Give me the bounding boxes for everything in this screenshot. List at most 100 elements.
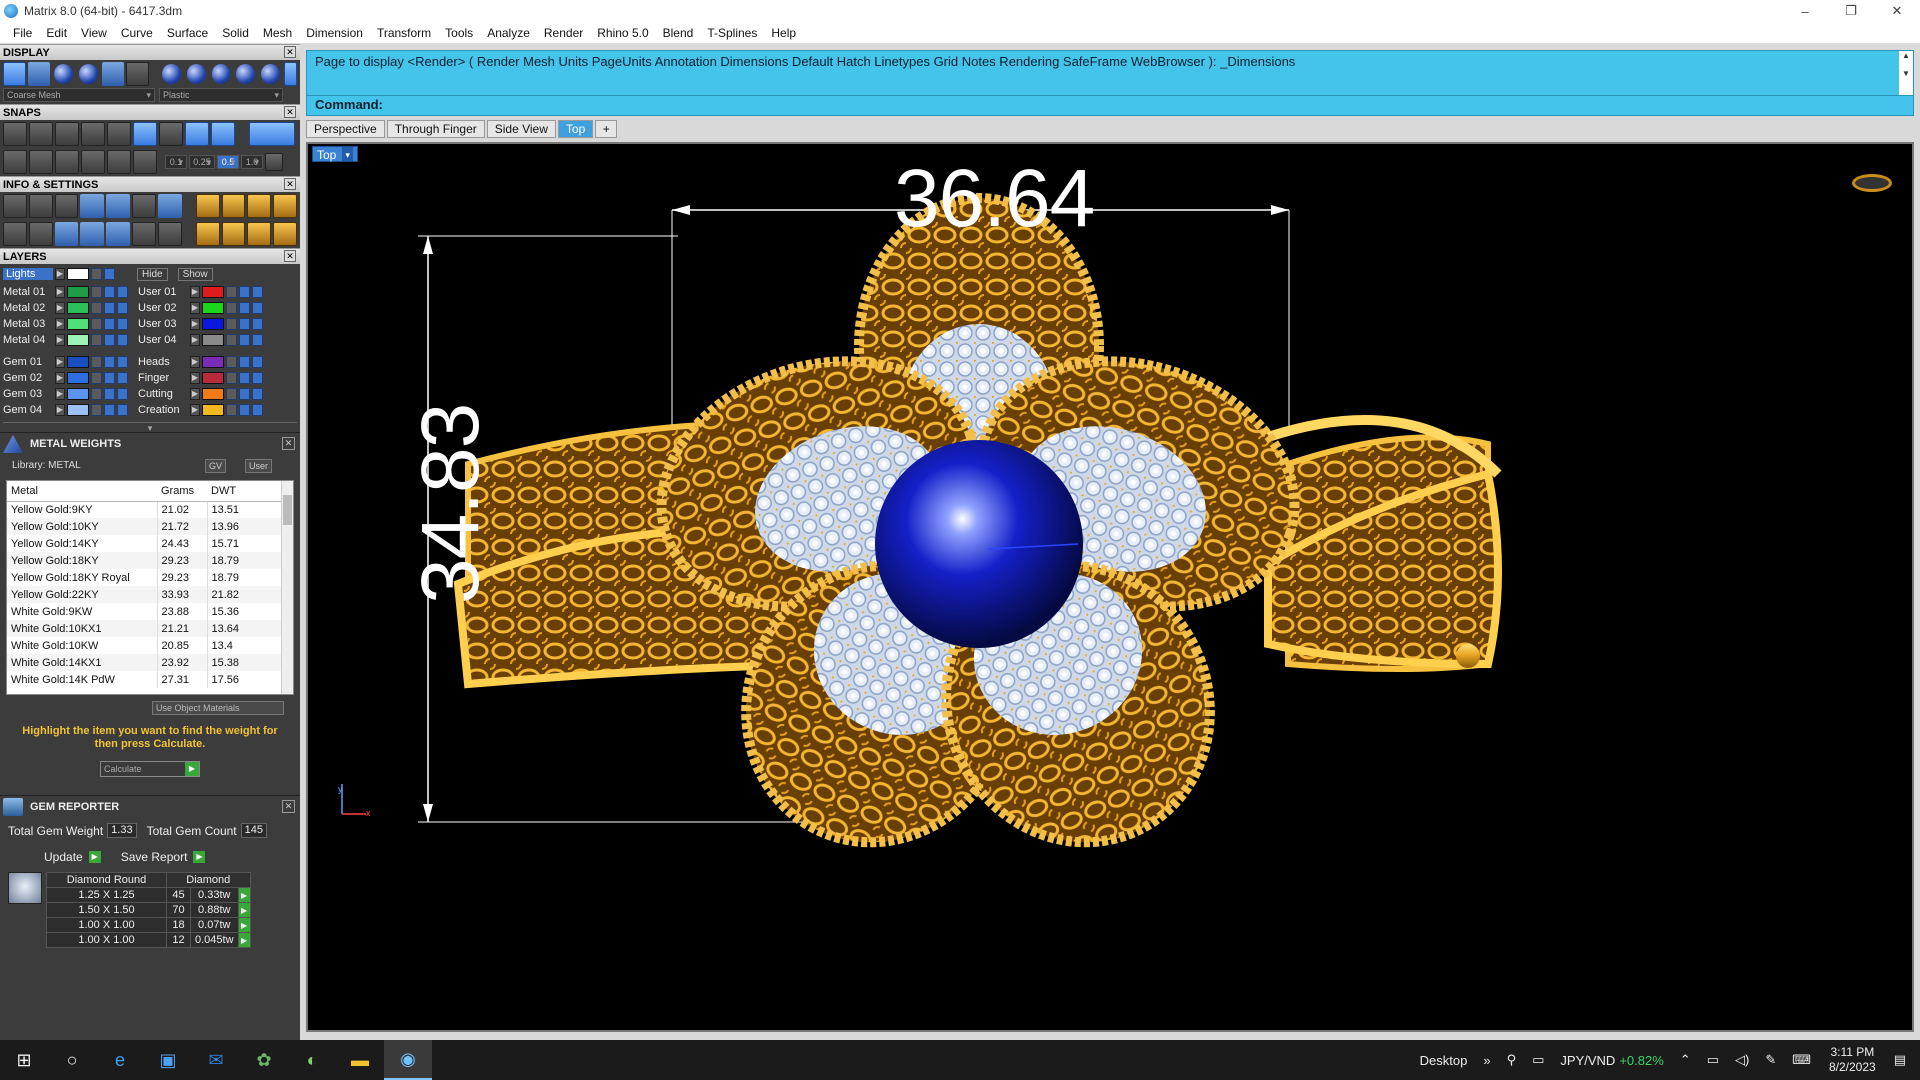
select-icon[interactable] xyxy=(252,334,263,346)
network-icon[interactable]: ▭ xyxy=(1699,1052,1727,1068)
snap-quad-icon[interactable] xyxy=(185,122,209,146)
table-row[interactable]: Yellow Gold:14KY 24.43 15.71 xyxy=(7,535,291,552)
snap-mid-icon[interactable] xyxy=(81,122,105,146)
chevron-up-icon[interactable]: » xyxy=(1475,1053,1498,1068)
menu-render[interactable]: Render xyxy=(537,26,590,40)
info-icon[interactable] xyxy=(283,62,298,86)
gold-tool-6-icon[interactable] xyxy=(221,222,246,246)
layer-row[interactable]: Metal 02 ▶ xyxy=(3,300,128,316)
visibility-icon[interactable] xyxy=(104,302,115,314)
layer-row[interactable]: Gem 03 ▶ xyxy=(3,386,128,402)
user-tag[interactable]: User xyxy=(245,459,273,473)
layer-swatch[interactable] xyxy=(67,334,89,346)
visibility-icon[interactable] xyxy=(239,356,250,368)
menu-help[interactable]: Help xyxy=(764,26,803,40)
table-row[interactable]: White Gold:14K PdW 27.31 17.56 xyxy=(7,671,291,688)
currency-pair[interactable]: JPY/VND xyxy=(1552,1053,1617,1068)
layer-swatch[interactable] xyxy=(67,318,89,330)
visibility-icon[interactable] xyxy=(104,388,115,400)
snap-center-icon[interactable] xyxy=(159,122,183,146)
use-object-materials-toggle[interactable]: Use Object Materials xyxy=(152,701,284,715)
visibility-icon[interactable] xyxy=(239,286,250,298)
play-icon[interactable]: ▶ xyxy=(237,932,251,948)
lock-icon[interactable] xyxy=(226,302,237,314)
select-icon[interactable] xyxy=(117,372,128,384)
lock-icon[interactable] xyxy=(91,356,102,368)
save-report-button[interactable]: Save Report ▶ xyxy=(121,850,206,864)
table-row[interactable]: 1.25 X 1.25 45 0.33tw ▶ xyxy=(46,887,251,903)
maximize-button[interactable]: ❐ xyxy=(1828,0,1874,22)
layer-row[interactable]: User 02 ▶ xyxy=(138,300,263,316)
play-icon[interactable]: ▶ xyxy=(55,318,65,330)
select-icon[interactable] xyxy=(252,356,263,368)
mesh-quality-select[interactable]: Coarse Mesh xyxy=(3,88,155,102)
table-row[interactable]: 1.00 X 1.00 18 0.07tw ▶ xyxy=(46,917,251,933)
layer-swatch[interactable] xyxy=(202,286,224,298)
gold-tool-8-icon[interactable] xyxy=(273,222,297,246)
layer-row[interactable]: User 01 ▶ xyxy=(138,284,263,300)
lock-icon[interactable] xyxy=(91,388,102,400)
snap-near-icon[interactable] xyxy=(29,122,53,146)
menu-blend[interactable]: Blend xyxy=(656,26,701,40)
layer-row[interactable]: User 04 ▶ xyxy=(138,332,263,348)
close-icon[interactable]: ✕ xyxy=(284,250,296,262)
select-icon[interactable] xyxy=(252,286,263,298)
people-icon[interactable]: ⚲ xyxy=(1499,1052,1525,1068)
chrome-sphere-icon[interactable] xyxy=(186,64,206,84)
play-icon[interactable]: ▶ xyxy=(237,887,251,903)
visibility-icon[interactable] xyxy=(104,268,115,280)
vertex-icon[interactable] xyxy=(81,150,105,174)
cylinder-icon[interactable] xyxy=(80,222,105,246)
table-row[interactable]: Yellow Gold:18KY Royal 29.23 18.79 xyxy=(7,569,291,586)
select-icon[interactable] xyxy=(252,302,263,314)
lock-icon[interactable] xyxy=(226,372,237,384)
layer-swatch[interactable] xyxy=(202,388,224,400)
close-icon[interactable]: ✕ xyxy=(284,106,296,118)
layer-swatch[interactable] xyxy=(67,356,89,368)
desktop-toolbar[interactable]: Desktop xyxy=(1412,1053,1476,1068)
play-icon[interactable]: ▶ xyxy=(55,404,65,416)
table-row[interactable]: 1.00 X 1.00 12 0.045tw ▶ xyxy=(46,932,251,948)
layer-swatch[interactable] xyxy=(202,302,224,314)
col-metal[interactable]: Metal xyxy=(7,481,157,502)
menu-curve[interactable]: Curve xyxy=(114,26,160,40)
keyboard-icon[interactable]: ⌨ xyxy=(1784,1052,1819,1068)
history-scrollbar[interactable]: ▲ ▼ xyxy=(1899,51,1913,95)
menu-view[interactable]: View xyxy=(74,26,114,40)
print-icon[interactable] xyxy=(157,222,182,246)
layer-row[interactable]: Heads ▶ xyxy=(138,354,263,370)
planar-icon[interactable] xyxy=(29,150,53,174)
menu-file[interactable]: File xyxy=(6,26,39,40)
layer-row[interactable]: Metal 01 ▶ xyxy=(3,284,128,300)
lock-icon[interactable] xyxy=(91,334,102,346)
menu-dimension[interactable]: Dimension xyxy=(299,26,370,40)
monitor-icon[interactable] xyxy=(28,222,53,246)
snap-point-icon[interactable] xyxy=(55,122,79,146)
light-sphere-icon[interactable] xyxy=(261,64,280,84)
play-icon[interactable]: ▶ xyxy=(55,388,65,400)
select-icon[interactable] xyxy=(117,334,128,346)
snap-step-2[interactable]: 0.25 xyxy=(189,155,215,169)
col-dwt[interactable]: DWT xyxy=(207,481,291,502)
knot-icon[interactable] xyxy=(55,150,79,174)
table-row[interactable]: White Gold:14KX1 23.92 15.38 xyxy=(7,654,291,671)
menu-mesh[interactable]: Mesh xyxy=(256,26,299,40)
layer-row[interactable]: Gem 02 ▶ xyxy=(3,370,128,386)
play-icon[interactable]: ▶ xyxy=(237,902,251,918)
table-row[interactable]: White Gold:10KX1 21.21 13.64 xyxy=(7,620,291,637)
save-icon[interactable] xyxy=(106,194,131,218)
table-row[interactable]: Yellow Gold:18KY 29.23 18.79 xyxy=(7,552,291,569)
show-button[interactable]: Show xyxy=(177,267,213,281)
menu-rhino[interactable]: Rhino 5.0 xyxy=(590,26,655,40)
play-icon[interactable]: ▶ xyxy=(190,318,200,330)
volume-icon[interactable]: ◁) xyxy=(1727,1052,1757,1068)
layer-swatch[interactable] xyxy=(202,404,224,416)
table-row[interactable]: White Gold:10KW 20.85 13.4 xyxy=(7,637,291,654)
visibility-icon[interactable] xyxy=(239,372,250,384)
tab-perspective[interactable]: Perspective xyxy=(306,120,385,138)
visibility-icon[interactable] xyxy=(104,356,115,368)
layer-row[interactable]: Metal 04 ▶ xyxy=(3,332,128,348)
clock[interactable]: 3:11 PM 8/2/2023 xyxy=(1819,1045,1886,1075)
layer-row[interactable]: Gem 04 ▶ xyxy=(3,402,128,418)
sphere-tool-icon[interactable] xyxy=(54,222,79,246)
